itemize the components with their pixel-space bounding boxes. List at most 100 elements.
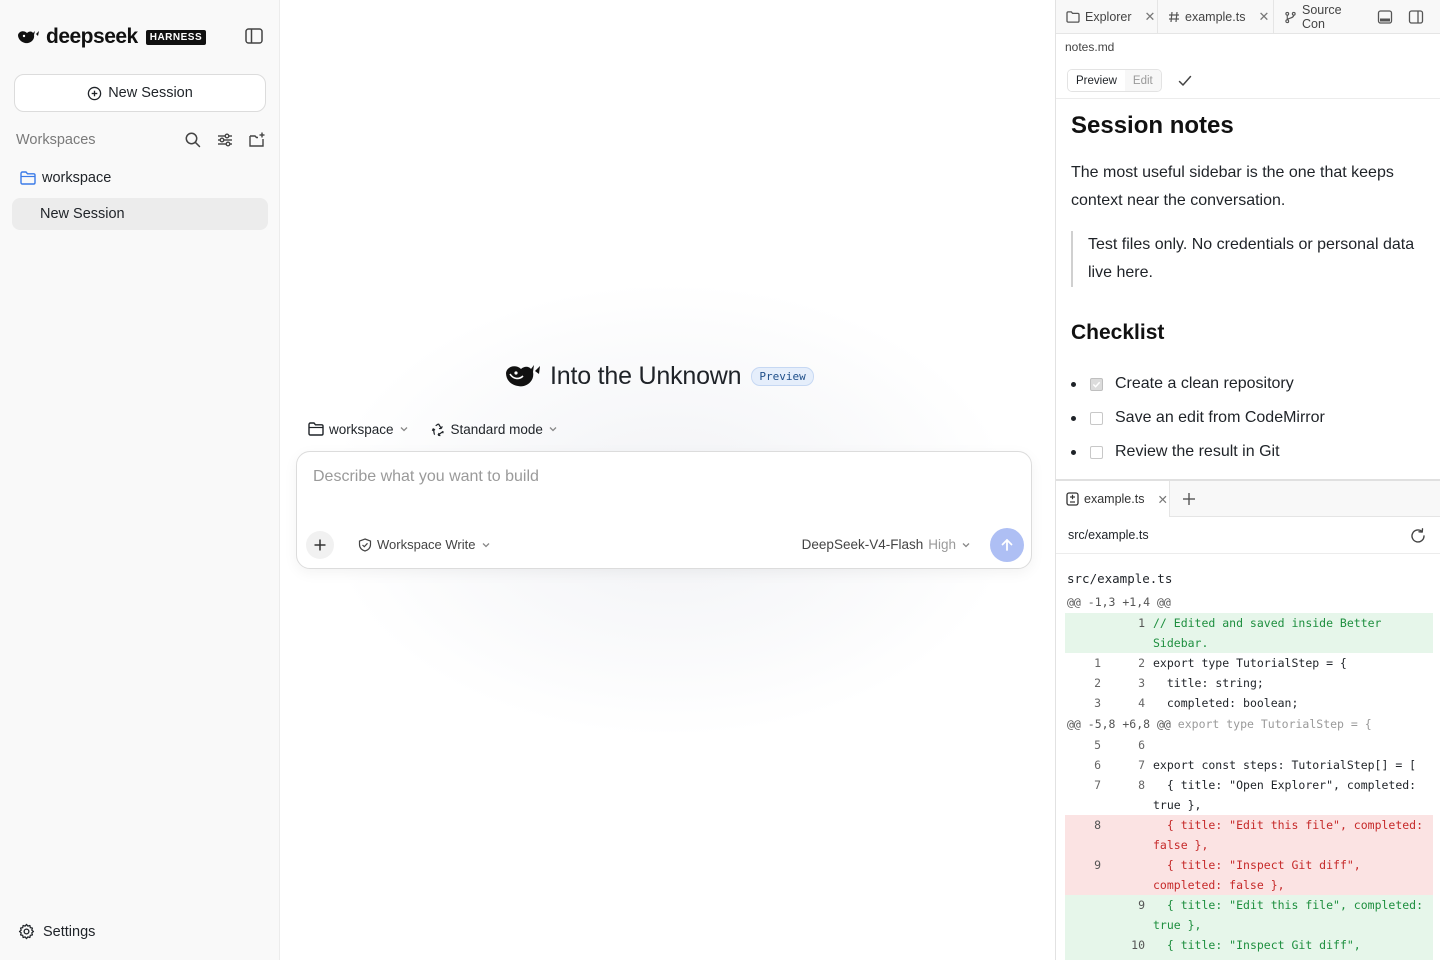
model-level: High (928, 537, 956, 552)
plus-circle-icon (87, 86, 102, 101)
diff-line: 56 (1065, 735, 1433, 755)
old-line-number: 2 (1094, 676, 1101, 690)
add-attachment-button[interactable] (306, 531, 334, 559)
search-icon[interactable] (184, 131, 202, 149)
hunk-range: @@ -1,3 +1,4 @@ (1067, 595, 1171, 609)
diff-view: src/example.ts @@ -1,3 +1,4 @@ 1 // Edite… (1065, 569, 1433, 960)
refresh-icon[interactable] (1409, 527, 1427, 545)
checkbox-checked[interactable] (1090, 377, 1103, 391)
view-toggle: Preview Edit (1067, 69, 1162, 92)
tab-label: example.ts (1185, 10, 1246, 24)
diff-line: 3 4 completed: boolean; (1065, 693, 1433, 713)
new-session-button[interactable]: New Session (14, 74, 266, 112)
whale-logo-icon (16, 28, 40, 46)
line-code: export type TutorialStep = { (1153, 656, 1347, 670)
checklist-item: Review the result in Git (1071, 435, 1325, 469)
old-line-number: 6 (1094, 758, 1101, 772)
close-icon[interactable]: ✕ (1258, 9, 1269, 25)
whale-logo-icon (504, 361, 542, 391)
bullet-icon (1071, 415, 1076, 421)
session-item-label: New Session (40, 206, 125, 222)
old-line-number (1065, 935, 1101, 960)
sidebar-toggle-icon[interactable] (244, 27, 264, 45)
brand-name: deepseek (46, 25, 138, 48)
line-code: // Edited and saved inside Better Sideba… (1153, 616, 1389, 650)
main-area: Into the Unknown Preview workspace Stand… (280, 0, 1055, 960)
line-code: title: string; (1153, 676, 1264, 690)
diff-line: 7 8 { title: "Open Explorer", completed: … (1065, 775, 1433, 815)
diff-path-bar: src/example.ts (1056, 517, 1440, 554)
chevron-down-icon (548, 424, 558, 434)
folder-icon (1066, 11, 1080, 23)
checklist: Create a clean repository Save an edit f… (1071, 367, 1325, 469)
diff-file-icon (1066, 492, 1079, 506)
right-panel-tabs: Explorer ✕ example.ts ✕ Source Con (1056, 0, 1440, 34)
new-line-number: 3 (1138, 676, 1145, 690)
new-folder-icon[interactable] (248, 131, 266, 149)
bullet-icon (1071, 449, 1076, 455)
old-line-number: 1 (1094, 656, 1101, 670)
check-icon[interactable] (1177, 73, 1193, 89)
workspaces-header: Workspaces (16, 130, 266, 150)
line-code: { title: "Open Explorer", completed: tru… (1153, 778, 1424, 812)
tab-source-control[interactable]: Source Con (1274, 0, 1372, 34)
workspace-folder[interactable]: workspace (20, 170, 111, 186)
diff-hunk-lines: 5 6 6 7 export const steps: TutorialStep[] =… (1065, 735, 1433, 960)
mode-selector[interactable]: Standard mode (431, 422, 558, 437)
diff-line-added: 1 // Edited and saved inside Better Sideb… (1065, 613, 1433, 653)
workspace-selector-label: workspace (329, 421, 394, 437)
diff-line-removed: 8 { title: "Edit this file", completed: … (1065, 815, 1433, 855)
model-selector[interactable]: DeepSeek-V4-Flash High (802, 537, 971, 552)
new-line-number: 7 (1138, 758, 1145, 772)
brand-logo[interactable]: deepseek HARNESS (16, 25, 207, 48)
folder-icon (308, 422, 324, 436)
gear-icon (18, 923, 35, 940)
composer-selectors: workspace Standard mode (308, 419, 558, 439)
line-code: completed: boolean; (1153, 696, 1299, 710)
filter-sliders-icon[interactable] (216, 131, 234, 149)
new-line-number: 9 (1138, 898, 1145, 912)
edit-toggle[interactable]: Edit (1124, 70, 1161, 91)
right-panel: Explorer ✕ example.ts ✕ Source Con notes… (1055, 0, 1440, 960)
settings-label: Settings (43, 923, 96, 940)
hero-heading: Into the Unknown Preview (504, 360, 814, 392)
new-line-number (1101, 815, 1145, 855)
new-line-number (1101, 855, 1145, 895)
hunk-context: export type TutorialStep = { (1177, 717, 1372, 731)
settings-button[interactable]: Settings (18, 923, 95, 940)
checkbox-unchecked[interactable] (1090, 411, 1103, 425)
hero-title: Into the Unknown (550, 361, 742, 390)
add-tab-icon[interactable] (1180, 490, 1198, 508)
close-icon[interactable]: ✕ (1157, 492, 1167, 507)
toggle-side-panel-icon[interactable] (1408, 9, 1424, 25)
mode-selector-label: Standard mode (450, 421, 543, 437)
checkbox-unchecked[interactable] (1090, 445, 1103, 459)
model-name: DeepSeek-V4-Flash (801, 537, 924, 552)
tab-example-ts-diff[interactable]: example.ts ✕ (1056, 481, 1170, 517)
hunk-header: @@ -1,3 +1,4 @@ (1065, 591, 1433, 613)
prompt-input[interactable] (313, 468, 1013, 486)
new-session-label: New Session (108, 85, 193, 101)
tab-explorer[interactable]: Explorer ✕ (1056, 0, 1158, 34)
close-icon[interactable]: ✕ (1145, 9, 1156, 25)
diff-line: 6 7 export const steps: TutorialStep[] = [ (1065, 755, 1433, 775)
session-item-new-session[interactable]: New Session (12, 198, 268, 230)
tab-example-ts[interactable]: example.ts ✕ (1158, 0, 1274, 34)
notes-quote: Test files only. No credentials or perso… (1071, 231, 1431, 287)
diff-line-added: 10 { title: "Inspect Git diff", complete… (1065, 935, 1433, 960)
old-line-number: 9 (1094, 858, 1101, 872)
checklist-item: Create a clean repository (1071, 367, 1325, 401)
checklist-heading: Checklist (1071, 321, 1165, 344)
old-line-number (1065, 613, 1101, 653)
git-branch-icon (1284, 11, 1297, 24)
send-button[interactable] (990, 528, 1024, 562)
hunk-range: @@ -5,8 +6,8 @@ (1067, 717, 1171, 731)
preview-toggle[interactable]: Preview (1068, 70, 1125, 91)
workspace-selector[interactable]: workspace (308, 422, 409, 437)
permission-selector[interactable]: Workspace Write (358, 537, 491, 552)
new-line-number: 6 (1138, 738, 1145, 752)
toggle-bottom-panel-icon[interactable] (1377, 9, 1393, 25)
hunk-header: @@ -5,8 +6,8 @@ export type TutorialStep… (1065, 713, 1433, 735)
new-line-number: 4 (1138, 696, 1145, 710)
diff-line-added: 9 { title: "Edit this file", completed: … (1065, 895, 1433, 935)
